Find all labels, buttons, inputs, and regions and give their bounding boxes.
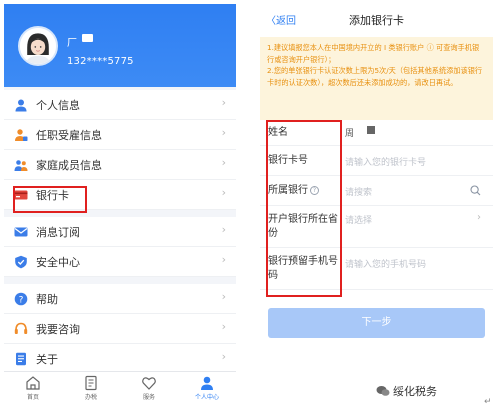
bottom-tabbar: 首页 办税 服务 个人中心 <box>4 371 236 406</box>
service-icon <box>142 377 156 390</box>
menu-item-message-subscription[interactable]: 消息订阅 › <box>4 217 236 247</box>
chevron-right-icon: › <box>221 126 226 139</box>
menu-group-notify: 消息订阅 › 安全中心 › <box>4 217 236 277</box>
menu-item-family-info[interactable]: 家庭成员信息 › <box>4 150 236 180</box>
menu-list: 个人信息 › 任职受雇信息 › 家庭成员信息 › 银行卡 › 消息订阅 › 安全… <box>4 90 236 374</box>
province-select[interactable]: 请选择 <box>345 213 372 226</box>
chevron-right-icon: › <box>221 223 226 236</box>
chevron-right-icon: › <box>221 186 226 199</box>
document-icon <box>16 352 26 366</box>
menu-item-label: 家庭成员信息 <box>36 159 102 172</box>
tab-service[interactable]: 服务 <box>120 375 178 405</box>
person-icon <box>15 99 27 112</box>
notice-line-2: 2.您的单张银行卡认证次数上限为5次/天（包括其他系统添加该银行卡时的认证次数）… <box>267 66 483 87</box>
chevron-right-icon: › <box>221 96 226 109</box>
menu-item-label: 帮助 <box>36 293 58 306</box>
menu-item-help[interactable]: ? 帮助 › <box>4 284 236 314</box>
nav-bar: 〈返回 添加银行卡 <box>260 4 493 34</box>
name-value: 周 <box>345 129 355 139</box>
profile-name: 厂 <box>67 38 77 49</box>
chevron-right-icon: › <box>477 212 481 223</box>
home-icon <box>26 376 40 390</box>
notice-line-1: 1.建议填报您本人在中国境内开立的 I 类银行账户 ⓘ 可查询手机银行或咨询开户… <box>267 43 480 64</box>
menu-item-label: 任职受雇信息 <box>36 129 102 142</box>
notice-banner: 1.建议填报您本人在中国境内开立的 I 类银行账户 ⓘ 可查询手机银行或咨询开户… <box>260 37 493 120</box>
menu-group-support: ? 帮助 › 我要咨询 › 关于 › <box>4 284 236 374</box>
menu-item-label: 安全中心 <box>36 256 80 269</box>
tab-label: 服务 <box>142 394 155 401</box>
menu-item-personal-info[interactable]: 个人信息 › <box>4 90 236 120</box>
employment-icon <box>15 129 28 141</box>
tab-label: 办税 <box>84 394 97 401</box>
tab-tax[interactable]: 办税 <box>62 375 120 405</box>
chevron-right-icon: › <box>221 290 226 303</box>
tax-icon <box>85 375 97 391</box>
return-icon: ↵ <box>484 397 492 407</box>
menu-item-label: 消息订阅 <box>36 226 80 239</box>
avatar-image <box>20 28 56 64</box>
shield-icon <box>15 255 27 269</box>
id-card-icon <box>82 34 93 42</box>
menu-item-label: 我要咨询 <box>36 323 80 336</box>
chevron-right-icon: › <box>221 156 226 169</box>
search-icon[interactable] <box>470 185 481 196</box>
watermark: 绥化税务 <box>376 383 437 399</box>
menu-item-label: 个人信息 <box>36 99 80 112</box>
menu-item-consult[interactable]: 我要咨询 › <box>4 314 236 344</box>
tab-label: 个人中心 <box>194 394 219 401</box>
tab-label: 首页 <box>26 394 39 401</box>
tab-home[interactable]: 首页 <box>4 375 62 405</box>
highlight-box-bank-card <box>13 186 87 213</box>
menu-item-label: 关于 <box>36 353 58 366</box>
chevron-right-icon: › <box>221 320 226 333</box>
menu-item-employment-info[interactable]: 任职受雇信息 › <box>4 120 236 150</box>
next-step-button[interactable]: 下一步 <box>268 308 485 338</box>
phone-input[interactable]: 请输入您的手机号码 <box>345 257 426 270</box>
menu-item-security-center[interactable]: 安全中心 › <box>4 247 236 277</box>
family-icon <box>14 160 28 171</box>
chevron-right-icon: › <box>221 350 226 363</box>
page-title: 添加银行卡 <box>349 14 404 27</box>
watermark-text: 绥化税务 <box>393 385 437 398</box>
svg-text:?: ? <box>19 295 24 305</box>
user-center-icon <box>201 376 213 390</box>
divider <box>4 277 236 284</box>
highlight-box-form-labels <box>266 120 342 297</box>
menu-item-about[interactable]: 关于 › <box>4 344 236 374</box>
help-icon: ? <box>14 292 28 306</box>
bank-search-input[interactable]: 请搜索 <box>345 185 372 198</box>
chevron-right-icon: › <box>221 253 226 266</box>
headset-icon <box>14 322 28 334</box>
card-number-input[interactable]: 请输入您的银行卡号 <box>345 155 426 168</box>
masked-name-block <box>367 126 375 134</box>
profile-header: 厂 132****5775 <box>4 4 236 87</box>
wechat-icon <box>376 386 390 396</box>
avatar[interactable] <box>18 26 58 66</box>
tab-user-center[interactable]: 个人中心 <box>178 375 236 405</box>
profile-phone: 132****5775 <box>67 56 134 67</box>
mail-icon <box>14 227 28 237</box>
